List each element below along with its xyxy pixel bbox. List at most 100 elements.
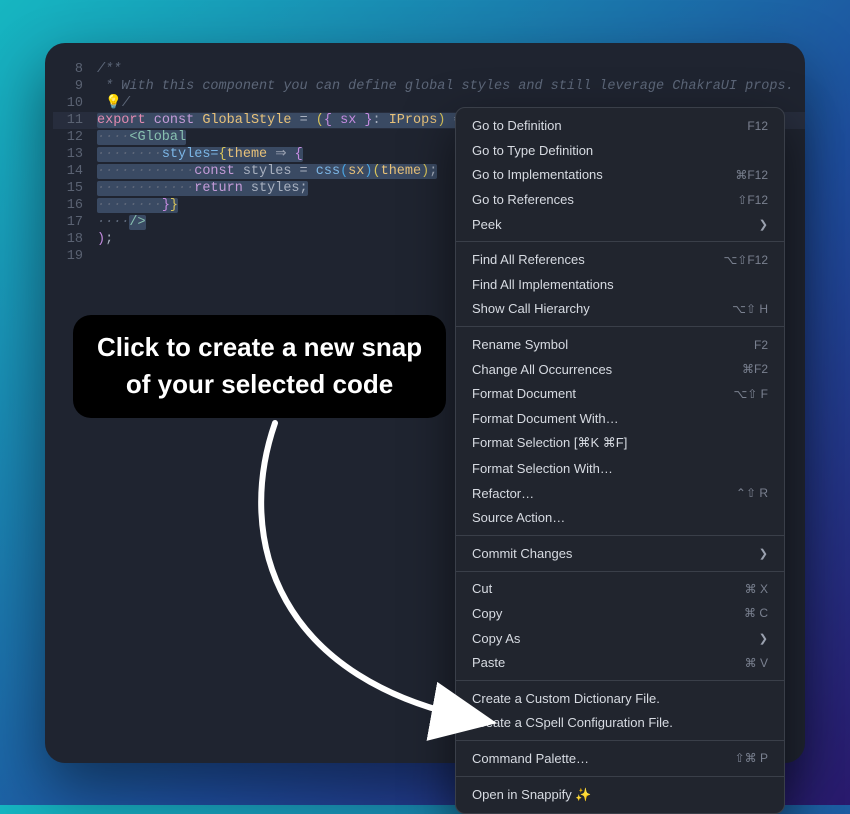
menu-item-label: Copy As [472, 631, 520, 646]
line-number: 14 [53, 163, 97, 180]
menu-item[interactable]: Cut ⌘ X [456, 577, 784, 602]
line-number: 17 [53, 214, 97, 231]
menu-item-label: Command Palette… [472, 751, 589, 766]
menu-item-shortcut: ⌥⇧ F [733, 387, 768, 401]
menu-item-label: Find All Implementations [472, 277, 614, 292]
menu-item[interactable]: Refactor… ⌃⇧ R [456, 481, 784, 506]
code-line [97, 248, 105, 265]
line-number: 13 [53, 146, 97, 163]
code-line: ············return styles; [97, 180, 308, 197]
code-line: ········styles={theme ⇒ { [97, 146, 303, 163]
menu-item-shortcut: ⌘F2 [742, 362, 768, 376]
menu-item-label: Create a CSpell Configuration File. [472, 715, 673, 730]
menu-item[interactable]: Format Selection [⌘K ⌘F] [456, 431, 784, 457]
code-comment: * With this component you can define glo… [97, 78, 794, 95]
menu-item-label: Go to References [472, 192, 574, 207]
menu-item[interactable]: Paste ⌘ V [456, 650, 784, 675]
callout-line: Click to create a new snap [97, 329, 422, 367]
code-comment: 💡/ [97, 95, 130, 112]
line-number: 8 [53, 61, 97, 78]
line-number: 19 [53, 248, 97, 265]
menu-item-label: Format Selection With… [472, 461, 613, 476]
menu-item-label: Format Selection [⌘K ⌘F] [472, 435, 627, 451]
code-comment: /** [97, 61, 121, 78]
code-line: export const GlobalStyle = ({ sx }: IPro… [97, 112, 513, 129]
menu-separator [456, 776, 784, 777]
context-menu: Go to DefinitionF12 Go to Type Definition… [455, 107, 785, 814]
menu-item[interactable]: Format Selection With… [456, 456, 784, 481]
menu-separator [456, 740, 784, 741]
menu-item-label: Copy [472, 606, 502, 621]
menu-item-label: Source Action… [472, 510, 565, 525]
menu-item-label: Go to Implementations [472, 167, 603, 182]
menu-item-shortcut: ⌘ C [744, 606, 768, 620]
menu-item[interactable]: Go to Implementations ⌘F12 [456, 163, 784, 188]
menu-item-label: Change All Occurrences [472, 362, 612, 377]
menu-item-label: Format Document [472, 386, 576, 401]
menu-separator [456, 535, 784, 536]
menu-item-label: Go to Type Definition [472, 143, 593, 158]
menu-item-label: Find All References [472, 252, 585, 267]
menu-item[interactable]: Commit Changes ❯ [456, 541, 784, 566]
menu-item-label: Cut [472, 581, 492, 596]
menu-item[interactable]: Copy ⌘ C [456, 601, 784, 626]
menu-item[interactable]: Open in Snappify ✨ [456, 782, 784, 808]
line-number: 10 [53, 95, 97, 112]
menu-item-label: Format Document With… [472, 411, 619, 426]
chevron-right-icon: ❯ [759, 632, 768, 645]
menu-item-label: Peek [472, 217, 502, 232]
callout-line: of your selected code [97, 366, 422, 404]
code-line: ············const styles = css(sx)(theme… [97, 163, 437, 180]
menu-separator [456, 241, 784, 242]
menu-item[interactable]: Change All Occurrences ⌘F2 [456, 357, 784, 382]
editor-window: 8/** 9 * With this component you can def… [45, 43, 805, 763]
menu-separator [456, 571, 784, 572]
menu-item[interactable]: Source Action… [456, 505, 784, 530]
menu-item-label: Show Call Hierarchy [472, 301, 590, 316]
line-number: 16 [53, 197, 97, 214]
menu-item-label: Rename Symbol [472, 337, 568, 352]
line-number: 9 [53, 78, 97, 95]
menu-item-shortcut: F2 [754, 338, 768, 352]
code-line: ); [97, 231, 113, 248]
menu-item-shortcut: ⌥⇧ H [732, 302, 768, 316]
menu-separator [456, 326, 784, 327]
menu-item-shortcut: ⌘ V [745, 656, 768, 670]
line-number: 11 [53, 112, 97, 129]
chevron-right-icon: ❯ [759, 547, 768, 560]
menu-item-label: Commit Changes [472, 546, 572, 561]
lightbulb-icon: 💡 [105, 96, 122, 111]
menu-item-label: Create a Custom Dictionary File. [472, 691, 660, 706]
line-number: 15 [53, 180, 97, 197]
menu-item[interactable]: Copy As ❯ [456, 626, 784, 651]
menu-item[interactable]: Format Document With… [456, 406, 784, 431]
menu-item[interactable]: Peek ❯ [456, 212, 784, 237]
menu-item[interactable]: Format Document ⌥⇧ F [456, 381, 784, 406]
menu-item[interactable]: Find All Implementations [456, 272, 784, 297]
menu-item-shortcut: ⌥⇧F12 [723, 253, 768, 267]
menu-item[interactable]: Go to DefinitionF12 [456, 114, 784, 139]
menu-item-shortcut: ⇧F12 [737, 193, 768, 207]
menu-item-shortcut: F12 [747, 119, 768, 133]
menu-item[interactable]: Go to References ⇧F12 [456, 187, 784, 212]
line-number: 12 [53, 129, 97, 146]
menu-item[interactable]: Command Palette… ⇧⌘ P [456, 746, 784, 771]
menu-item-label: Open in Snappify ✨ [472, 787, 592, 803]
callout-bubble: Click to create a new snap of your selec… [73, 315, 446, 418]
menu-item-shortcut: ⌃⇧ R [736, 486, 768, 500]
menu-item-shortcut: ⌘ X [745, 582, 768, 596]
menu-item-label: Refactor… [472, 486, 534, 501]
menu-item-shortcut: ⇧⌘ P [735, 751, 768, 765]
code-line: ········}} [97, 197, 178, 214]
menu-item-label: Paste [472, 655, 505, 670]
menu-item[interactable]: Show Call Hierarchy ⌥⇧ H [456, 297, 784, 322]
menu-item[interactable]: Go to Type Definition [456, 138, 784, 163]
menu-item[interactable]: Find All References ⌥⇧F12 [456, 247, 784, 272]
menu-item-shortcut: ⌘F12 [735, 168, 768, 182]
menu-item[interactable]: Rename Symbol F2 [456, 332, 784, 357]
menu-separator [456, 680, 784, 681]
menu-item[interactable]: Create a CSpell Configuration File. [456, 711, 784, 736]
line-number: 18 [53, 231, 97, 248]
menu-item[interactable]: Create a Custom Dictionary File. [456, 686, 784, 711]
chevron-right-icon: ❯ [759, 218, 768, 231]
